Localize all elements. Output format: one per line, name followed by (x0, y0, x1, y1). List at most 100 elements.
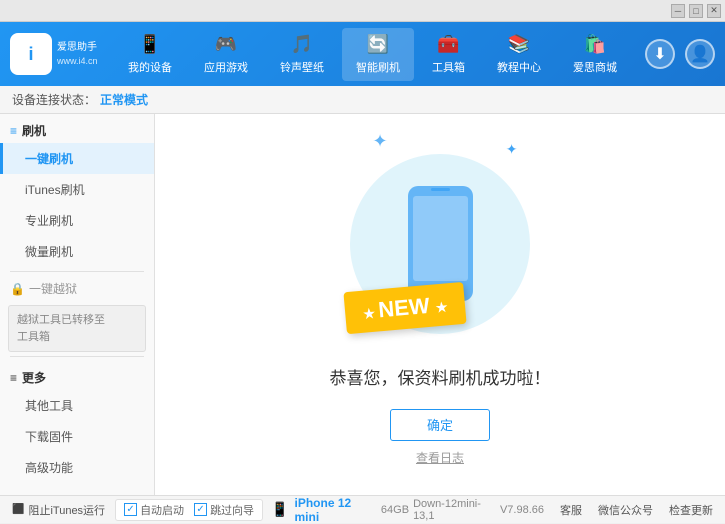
jailbreak-title: 一键越狱 (29, 280, 77, 297)
nav-my-device[interactable]: 📱 我的设备 (114, 28, 186, 81)
main-layout: ≡ 刷机 一键刷机 iTunes刷机 专业刷机 微量刷机 🔒 一键越狱 越狱工具… (0, 114, 725, 495)
auto-start-checkbox[interactable]: ✓ 自动启动 (124, 502, 184, 518)
one-click-flash-label: 一键刷机 (25, 152, 73, 166)
new-badge-star-left: ★ (363, 305, 380, 321)
stop-icon: ⬛ (12, 504, 24, 515)
status-value: 正常模式 (100, 91, 148, 108)
logo-area: i 爱思助手 www.i4.cn (10, 33, 100, 75)
more-section-title: 更多 (22, 369, 46, 386)
skip-wizard-checkbox[interactable]: ✓ 跳过向导 (194, 502, 254, 518)
top-nav: i 爱思助手 www.i4.cn 📱 我的设备 🎮 应用游戏 🎵 铃声壁纸 🔄 … (0, 22, 725, 86)
sidebar-divider-1 (10, 271, 144, 272)
more-section-icon: ≡ (10, 371, 17, 385)
device-storage: 64GB (381, 504, 409, 516)
tutorial-icon: 📚 (508, 34, 530, 55)
skip-wizard-label: 跳过向导 (210, 502, 254, 518)
view-log-link[interactable]: 查看日志 (416, 449, 464, 466)
toolbox-label: 工具箱 (432, 59, 465, 75)
jailbreak-info-box: 越狱工具已转移至工具箱 (8, 305, 146, 352)
customer-service-link[interactable]: 客服 (560, 502, 582, 518)
bottom-device-section: 📱 iPhone 12 mini 64GB Down-12mini-13,1 (271, 496, 500, 524)
stop-itunes-area[interactable]: ⬛ 阻止iTunes运行 (12, 502, 105, 518)
auto-start-label: 自动启动 (140, 502, 184, 518)
sidebar-item-advanced[interactable]: 高级功能 (0, 452, 154, 483)
nav-items: 📱 我的设备 🎮 应用游戏 🎵 铃声壁纸 🔄 智能刷机 🧰 工具箱 📚 教程中心… (100, 28, 645, 81)
toolbox-icon: 🧰 (437, 34, 459, 55)
confirm-button[interactable]: 确定 (390, 409, 490, 441)
auto-start-checkbox-box[interactable]: ✓ (124, 503, 137, 516)
logo-text: 爱思助手 www.i4.cn (57, 41, 98, 68)
logo-char: i (28, 44, 33, 65)
check-update-link[interactable]: 检查更新 (669, 502, 713, 518)
maximize-button[interactable]: □ (689, 4, 703, 18)
save-flash-label: 微量刷机 (25, 245, 73, 259)
nav-app-game[interactable]: 🎮 应用游戏 (190, 28, 262, 81)
sidebar-divider-2 (10, 356, 144, 357)
nav-shop[interactable]: 🛍️ 爱思商城 (559, 28, 631, 81)
my-device-icon: 📱 (139, 34, 161, 55)
success-text: 恭喜您，保资料刷机成功啦！ (330, 364, 551, 389)
close-button[interactable]: ✕ (707, 4, 721, 18)
sidebar-item-one-click-flash[interactable]: 一键刷机 (0, 143, 154, 174)
skip-wizard-checkbox-box[interactable]: ✓ (194, 503, 207, 516)
status-label: 设备连接状态： (12, 91, 96, 108)
flash-section-header: ≡ 刷机 (0, 114, 154, 143)
title-bar: ─ □ ✕ (0, 0, 725, 22)
device-model: Down-12mini-13,1 (413, 498, 500, 522)
ringtone-label: 铃声壁纸 (280, 59, 324, 75)
window-controls[interactable]: ─ □ ✕ (671, 4, 721, 18)
itunes-flash-label: iTunes刷机 (25, 183, 85, 197)
user-button[interactable]: 👤 (685, 39, 715, 69)
bottom-bar: ⬛ 阻止iTunes运行 ✓ 自动启动 ✓ 跳过向导 📱 iPhone 12 m… (0, 495, 725, 523)
stop-itunes-label: 阻止iTunes运行 (28, 502, 105, 518)
logo-icon: i (10, 33, 52, 75)
status-bar: 设备连接状态： 正常模式 (0, 86, 725, 114)
sidebar-item-pro-flash[interactable]: 专业刷机 (0, 205, 154, 236)
version-text: V7.98.66 (500, 504, 544, 516)
checkbox-area: ✓ 自动启动 ✓ 跳过向导 (115, 499, 263, 521)
device-name: iPhone 12 mini (295, 496, 377, 524)
nav-toolbox[interactable]: 🧰 工具箱 (418, 28, 479, 81)
new-badge-star-right: ★ (435, 299, 448, 315)
success-illustration: ✦ ✦ ★ NEW ★ (340, 144, 540, 344)
flash-section-icon: ≡ (10, 124, 17, 138)
minimize-button[interactable]: ─ (671, 4, 685, 18)
other-tools-label: 其他工具 (25, 399, 73, 413)
logo-name: 爱思助手 (57, 41, 98, 55)
tutorial-label: 教程中心 (497, 59, 541, 75)
my-device-label: 我的设备 (128, 59, 172, 75)
shop-label: 爱思商城 (573, 59, 617, 75)
content-area: ✦ ✦ ★ NEW ★ 恭喜您，保资料刷机成功啦！ 确定 查看日志 (155, 114, 725, 495)
lock-icon: 🔒 (10, 282, 25, 296)
wechat-link[interactable]: 微信公众号 (598, 502, 653, 518)
jailbreak-section-header: 🔒 一键越狱 (0, 276, 154, 301)
nav-right-controls: ⬇ 👤 (645, 39, 715, 69)
download-button[interactable]: ⬇ (645, 39, 675, 69)
sparkle-2-icon: ✦ (506, 141, 518, 158)
nav-ringtone[interactable]: 🎵 铃声壁纸 (266, 28, 338, 81)
shop-icon: 🛍️ (584, 34, 606, 55)
new-badge-text: NEW (377, 292, 430, 321)
bottom-right: V7.98.66 客服 微信公众号 检查更新 (500, 502, 713, 518)
logo-url: www.i4.cn (57, 55, 98, 68)
flash-section-title: 刷机 (22, 122, 46, 139)
smart-flash-label: 智能刷机 (356, 59, 400, 75)
jailbreak-info-text: 越狱工具已转移至工具箱 (17, 314, 105, 343)
nav-tutorial[interactable]: 📚 教程中心 (483, 28, 555, 81)
app-game-icon: 🎮 (215, 34, 237, 55)
sidebar: ≡ 刷机 一键刷机 iTunes刷机 专业刷机 微量刷机 🔒 一键越狱 越狱工具… (0, 114, 155, 495)
sidebar-item-download-firmware[interactable]: 下载固件 (0, 421, 154, 452)
pro-flash-label: 专业刷机 (25, 214, 73, 228)
download-firmware-label: 下载固件 (25, 430, 73, 444)
nav-smart-flash[interactable]: 🔄 智能刷机 (342, 28, 414, 81)
smart-flash-icon: 🔄 (367, 34, 389, 55)
sidebar-item-other-tools[interactable]: 其他工具 (0, 390, 154, 421)
device-icon: 📱 (271, 501, 288, 518)
ringtone-icon: 🎵 (291, 34, 313, 55)
advanced-label: 高级功能 (25, 461, 73, 475)
sidebar-item-itunes-flash[interactable]: iTunes刷机 (0, 174, 154, 205)
sidebar-item-save-flash[interactable]: 微量刷机 (0, 236, 154, 267)
sparkle-1-icon: ✦ (373, 131, 388, 152)
app-game-label: 应用游戏 (204, 59, 248, 75)
more-section-header: ≡ 更多 (0, 361, 154, 390)
